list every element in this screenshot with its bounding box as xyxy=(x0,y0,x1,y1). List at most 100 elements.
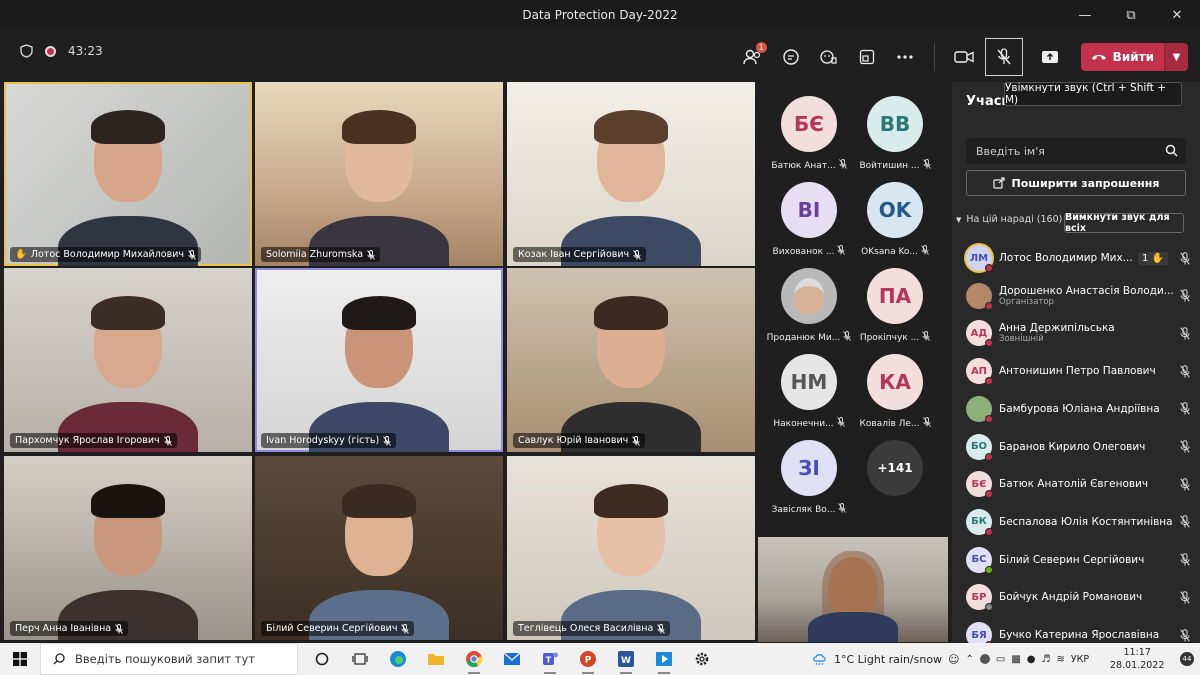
rooms-button[interactable] xyxy=(850,41,884,73)
taskbar-mail[interactable] xyxy=(496,643,528,675)
mic-off-icon[interactable] xyxy=(1178,628,1192,642)
minimize-icon[interactable]: — xyxy=(1062,0,1108,30)
leave-dropdown[interactable]: ▼ xyxy=(1164,43,1188,71)
taskbar-teams[interactable]: T xyxy=(534,643,566,675)
taskbar-search-input[interactable]: Введіть пошуковий запит тут xyxy=(40,643,298,675)
volume-icon[interactable]: ♬ xyxy=(1042,654,1051,665)
participant-row[interactable]: АП Антонишин Петро Павлович xyxy=(966,353,1192,389)
search-icon[interactable] xyxy=(1165,144,1178,157)
taskbar-cortana[interactable] xyxy=(306,643,338,675)
taskbar-explorer[interactable] xyxy=(420,643,452,675)
mic-off-icon[interactable] xyxy=(1178,402,1192,415)
video-tile[interactable]: Ivan Horodyskyy (гість) xyxy=(255,268,503,452)
word-icon: W xyxy=(618,651,634,667)
participant-row[interactable]: БР Бойчук Андрій Романович xyxy=(966,579,1192,615)
mic-off-icon[interactable] xyxy=(1178,590,1192,604)
avatar-tile[interactable]: OK OKsana Ko... xyxy=(850,182,940,258)
mic-toggle-button[interactable] xyxy=(984,38,1023,76)
video-tile[interactable]: Савлук Юрій Іванович xyxy=(507,268,755,452)
participant-row[interactable]: Дорошенко Анастасія Володи... Організатор xyxy=(966,278,1192,314)
participant-row[interactable]: БЄ Батюк Анатолій Євгенович xyxy=(966,466,1192,502)
taskbar-media-player[interactable] xyxy=(648,643,680,675)
mic-off-icon xyxy=(632,435,641,446)
task-view-icon xyxy=(352,653,368,665)
video-tile[interactable]: Solomiia Zhuromska xyxy=(255,82,503,266)
meeting-status: 43:23 xyxy=(20,44,103,58)
taskbar-clock[interactable]: 11:17 28.01.2022 xyxy=(1110,646,1164,672)
leave-main-button[interactable]: Вийти xyxy=(1080,43,1164,71)
close-icon[interactable]: ✕ xyxy=(1154,0,1200,30)
mic-off-icon[interactable] xyxy=(1178,364,1192,378)
taskbar-task-view[interactable] xyxy=(344,643,376,675)
participant-name: Лотос Володимир Мих... xyxy=(999,252,1133,264)
mic-off-icon[interactable] xyxy=(1178,289,1192,302)
video-tile[interactable]: Пархомчук Ярослав Ігорович xyxy=(4,268,252,452)
mic-off-icon xyxy=(920,245,929,258)
participant-row[interactable]: БО Баранов Кирило Олегович xyxy=(966,429,1192,465)
video-tile[interactable]: Козак Іван Сергійович xyxy=(507,82,755,266)
mic-off-icon[interactable] xyxy=(1178,477,1192,491)
meeting-section-header[interactable]: ▼ На цій нараді (160) xyxy=(956,214,1062,225)
mic-tray-icon[interactable]: ● xyxy=(1027,654,1036,665)
teams-tray-icon[interactable] xyxy=(979,654,990,664)
avatar-name-text: Проданюк Ми... xyxy=(766,332,841,343)
notification-badge[interactable]: 44 xyxy=(1180,652,1194,666)
title-bar: Data Protection Day-2022 — ⧉ ✕ xyxy=(0,0,1200,30)
avatar-tile[interactable]: КА Ковалів Ле... xyxy=(850,354,940,430)
network-icon[interactable]: ▭ xyxy=(996,654,1005,665)
avatar-tile[interactable]: +141 xyxy=(850,440,940,496)
taskbar-settings[interactable] xyxy=(686,643,718,675)
participant-row[interactable]: БК Беспалова Юлія Костянтинівна xyxy=(966,504,1192,540)
people-tray-icon[interactable]: ☺ xyxy=(948,653,959,666)
taskbar-chrome[interactable] xyxy=(458,643,490,675)
participant-row[interactable]: АД Анна Держипільська Зовнішній xyxy=(966,315,1192,351)
share-button[interactable] xyxy=(1033,41,1067,73)
start-button[interactable] xyxy=(4,643,36,675)
avatar-tile[interactable]: Проданюк Ми... xyxy=(764,268,854,344)
mic-off-icon[interactable] xyxy=(1178,440,1192,453)
chevron-down-icon: ▼ xyxy=(1172,51,1181,63)
avatar-tile[interactable]: ПА Прокіпчук ... xyxy=(850,268,940,344)
taskbar-word[interactable]: W xyxy=(610,643,642,675)
avatar-tile[interactable]: ВІ Вихованок ... xyxy=(764,182,854,258)
mute-all-button[interactable]: Вимкнути звук для всіх xyxy=(1064,212,1184,234)
avatar-initials: КА xyxy=(879,370,911,394)
maximize-icon[interactable]: ⧉ xyxy=(1108,0,1154,30)
video-tile[interactable]: ✋ Лотос Володимир Михайлович xyxy=(4,82,252,266)
leave-button[interactable]: Вийти ▼ xyxy=(1080,43,1188,71)
avatar-tile[interactable]: НМ Наконечни... xyxy=(764,354,854,430)
taskbar-weather[interactable]: 1°C Light rain/snow xyxy=(812,643,942,675)
video-tray-icon[interactable]: ▩ xyxy=(1011,654,1020,665)
chevron-up-icon[interactable]: ⌃ xyxy=(965,654,973,665)
avatar-tile[interactable]: ВВ Войтишин ... xyxy=(850,96,940,172)
avatar-tile[interactable]: БЄ Батюк Анат... xyxy=(764,96,854,172)
avatar-initials: АД xyxy=(970,327,988,339)
mic-off-icon[interactable] xyxy=(1178,553,1192,566)
taskbar-powerpoint[interactable]: P xyxy=(572,643,604,675)
taskbar-edge[interactable] xyxy=(382,643,414,675)
chat-button[interactable] xyxy=(774,41,808,73)
participants-button[interactable]: 1 xyxy=(736,41,770,73)
video-tile-extra[interactable] xyxy=(758,537,948,642)
participant-row[interactable]: БС Білий Северин Сергійович xyxy=(966,542,1192,578)
participant-row[interactable]: ЛМ Лотос Володимир Мих... 1 ✋ xyxy=(966,240,1192,276)
shield-icon[interactable] xyxy=(20,44,33,58)
video-tile[interactable]: Теглівець Олеся Василівна xyxy=(507,456,755,640)
avatar-tile[interactable]: ЗІ Завісляк Во... xyxy=(764,440,854,516)
avatar-grid: БЄ Батюк Анат... ВВ Войтишин ... ВІ Вихованок… xyxy=(758,82,948,537)
video-tile[interactable]: Перч Анна Іванівна xyxy=(4,456,252,640)
avatar: БО xyxy=(966,433,993,461)
mic-off-icon[interactable] xyxy=(1178,327,1192,340)
participant-row[interactable]: Бамбурова Юліана Андріївна xyxy=(966,391,1192,427)
participant-info: Білий Северин Сергійович xyxy=(999,554,1178,566)
mic-off-icon[interactable] xyxy=(1178,515,1192,528)
video-tile[interactable]: Білий Северин Сергійович xyxy=(255,456,503,640)
reactions-button[interactable] xyxy=(812,41,846,73)
wifi-icon[interactable]: ≋ xyxy=(1056,654,1064,665)
camera-button[interactable] xyxy=(947,41,981,73)
participant-search-input[interactable]: Введіть ім'я xyxy=(966,138,1186,164)
more-button[interactable] xyxy=(888,41,922,73)
language-indicator[interactable]: УКР xyxy=(1071,654,1089,665)
mic-off-icon[interactable] xyxy=(1178,251,1192,265)
share-invite-button[interactable]: Поширити запрошення xyxy=(966,170,1186,196)
